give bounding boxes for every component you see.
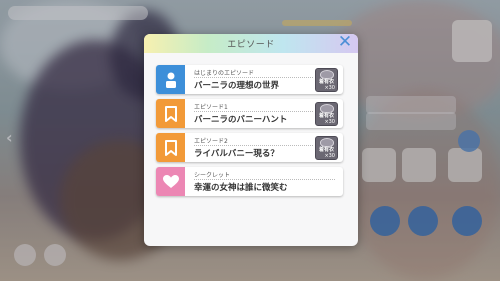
reward-badge: 着有衣 ×30 (315, 102, 338, 126)
episode-subtitle: エピソード1 (194, 104, 228, 111)
episode-item-prologue[interactable]: はじまりのエピソード バーニラの理想の世界 着有衣 ×30 (156, 65, 343, 94)
reward-badge: 着有衣 ×30 (315, 136, 338, 160)
episode-subtitle: シークレット (194, 172, 231, 179)
episode-title: バーニラの理想の世界 (194, 81, 280, 91)
divider (194, 77, 313, 78)
episode-subtitle: エピソード2 (194, 138, 228, 145)
gem-icon (319, 138, 334, 147)
person-icon (156, 65, 185, 94)
gem-icon (319, 104, 334, 113)
bookmark-icon (156, 99, 185, 128)
episode-subtitle: はじまりのエピソード (194, 70, 255, 77)
reward-badge: 着有衣 ×30 (315, 68, 338, 92)
gem-icon (319, 70, 334, 79)
reward-count: ×30 (324, 119, 335, 125)
heart-icon (156, 167, 185, 196)
reward-count: ×30 (324, 85, 335, 91)
episode-list: はじまりのエピソード バーニラの理想の世界 着有衣 ×30 エピソード1 バーニ… (156, 65, 343, 201)
divider (194, 179, 335, 180)
divider (194, 145, 313, 146)
divider (194, 111, 313, 112)
close-icon[interactable]: ✕ (336, 34, 354, 52)
episode-title: バーニラのバニーハント (194, 115, 288, 125)
episode-item-1[interactable]: エピソード1 バーニラのバニーハント 着有衣 ×30 (156, 99, 343, 128)
dialog-title: エピソード (227, 40, 275, 50)
episode-item-secret[interactable]: シークレット 幸運の女神は誰に微笑む (156, 167, 343, 196)
reward-count: ×30 (324, 153, 335, 159)
bookmark-icon (156, 133, 185, 162)
episode-dialog: エピソード ✕ はじまりのエピソード バーニラの理想の世界 着有衣 ×30 エピ… (144, 34, 358, 246)
dialog-header: エピソード ✕ (144, 34, 358, 53)
episode-title: 幸運の女神は誰に微笑む (194, 183, 288, 193)
episode-title: ライバルバニー現る？ (194, 149, 279, 159)
episode-item-2[interactable]: エピソード2 ライバルバニー現る？ 着有衣 ×30 (156, 133, 343, 162)
